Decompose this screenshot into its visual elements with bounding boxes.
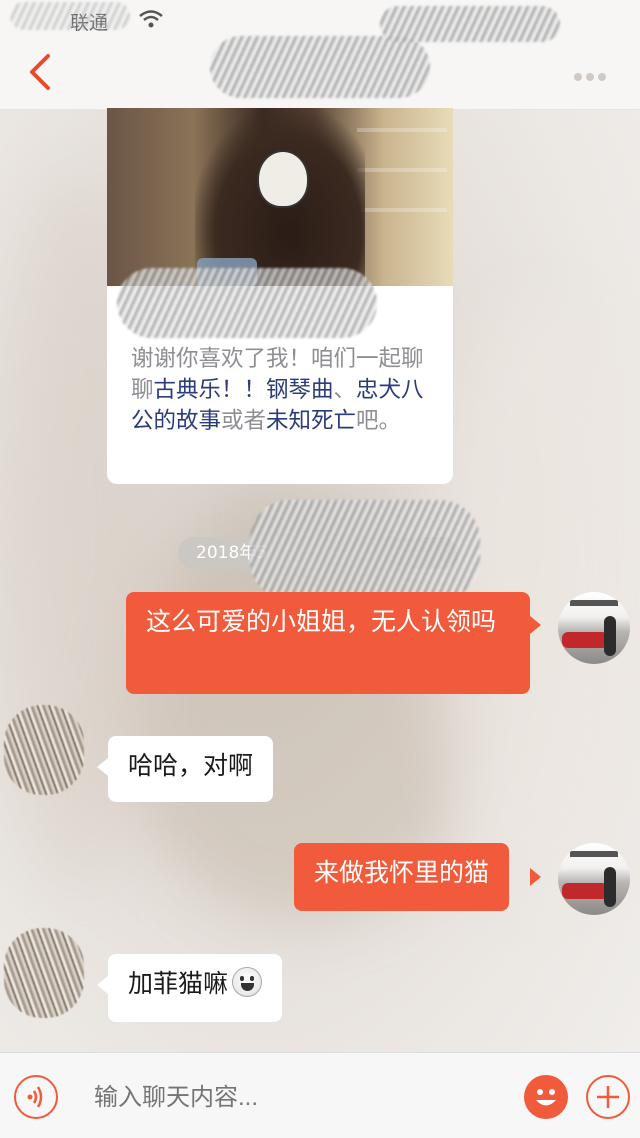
back-chevron-icon[interactable] <box>22 50 62 94</box>
message-input[interactable] <box>94 1081 494 1115</box>
avatar[interactable] <box>4 928 84 1018</box>
redaction-scribble <box>10 2 130 30</box>
avatar-detail <box>604 867 616 907</box>
message-bubble-incoming[interactable]: 哈哈，对啊 <box>108 736 274 802</box>
avatar-detail <box>604 616 616 656</box>
shelf-line <box>357 168 447 172</box>
avatar[interactable] <box>558 843 630 915</box>
shelf-line <box>357 208 447 212</box>
redaction-scribble <box>117 268 377 338</box>
shelf-line <box>357 128 447 132</box>
card-text: 、 <box>333 377 357 403</box>
avatar[interactable] <box>4 705 84 795</box>
profile-card[interactable]: 谢谢你喜欢了我！咱们一起聊聊古典乐！！钢琴曲、忠犬八公的故事或者未知死亡吧。 <box>107 108 453 484</box>
message-bubble-outgoing[interactable]: 这么可爱的小姐姐，无人认领吗 <box>126 592 530 694</box>
avatar-detail <box>570 851 618 857</box>
redaction-scribble <box>210 36 430 98</box>
avatar-detail <box>570 600 618 606</box>
card-text: 或者 <box>221 408 267 434</box>
face-sticker-icon <box>257 150 309 208</box>
message-text: 加菲猫嘛 <box>128 969 229 998</box>
voice-button[interactable] <box>14 1075 58 1119</box>
card-link[interactable]: 古典乐！！钢琴曲 <box>154 377 334 403</box>
bubble-tail <box>97 758 108 776</box>
redaction-scribble <box>250 500 480 600</box>
redaction-scribble <box>380 6 560 42</box>
message-bubble-outgoing[interactable]: 来做我怀里的猫 <box>294 843 510 911</box>
navigation-bar: 联通 <box>0 0 640 110</box>
message-bubble-incoming[interactable]: 加菲猫嘛 <box>108 954 283 1022</box>
emoji-button[interactable] <box>524 1075 568 1119</box>
avatar-detail <box>562 632 608 648</box>
profile-photo <box>107 108 453 286</box>
smiley-icon <box>536 1089 556 1106</box>
wifi-icon <box>139 10 163 28</box>
card-link[interactable]: 未知死亡 <box>266 408 356 434</box>
bubble-tail <box>530 868 541 886</box>
speaker-icon <box>27 1086 43 1108</box>
plus-icon <box>597 1086 619 1108</box>
add-button[interactable] <box>586 1075 630 1119</box>
more-dots-icon[interactable] <box>574 66 618 81</box>
avatar[interactable] <box>558 592 630 664</box>
grin-emoji-icon <box>232 967 263 997</box>
avatar-detail <box>562 883 608 899</box>
bubble-tail <box>530 616 541 634</box>
chat-input-bar <box>0 1052 640 1138</box>
card-body: 谢谢你喜欢了我！咱们一起聊聊古典乐！！钢琴曲、忠犬八公的故事或者未知死亡吧。 <box>131 344 431 437</box>
bubble-tail <box>97 976 108 994</box>
card-text: 吧。 <box>356 408 402 434</box>
